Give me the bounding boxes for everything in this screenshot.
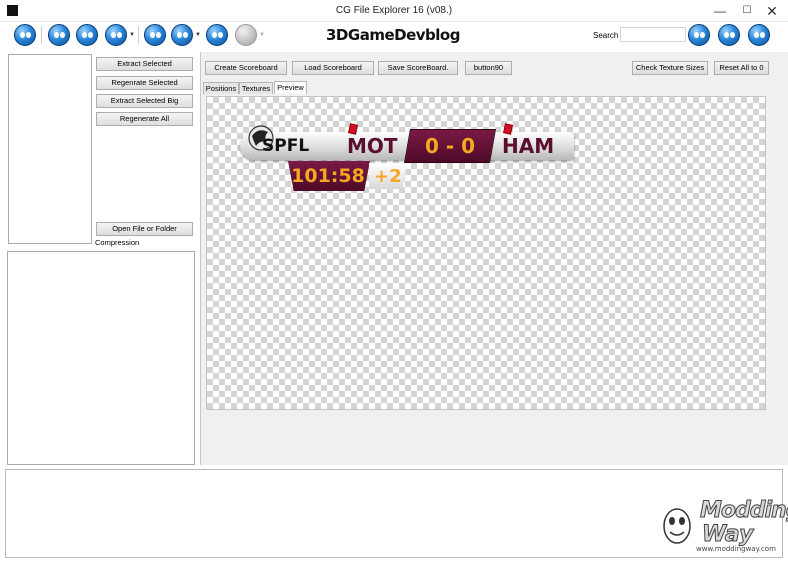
about-smiley-icon[interactable] — [748, 24, 770, 46]
help-smiley-icon[interactable] — [718, 24, 740, 46]
button90[interactable]: button90 — [465, 61, 512, 75]
search-label: Search — [593, 31, 619, 40]
export-smiley-icon[interactable] — [206, 24, 228, 46]
home-team: MOT — [347, 134, 398, 158]
maximize-button[interactable]: ☐ — [733, 0, 761, 22]
watermark-url: www.moddingway.com — [696, 545, 776, 553]
disabled-smiley-icon — [235, 24, 257, 46]
save-scoreboard-button[interactable]: Save ScoreBoard. — [378, 61, 458, 75]
tab-textures[interactable]: Textures — [239, 82, 273, 94]
league-name: SPFL — [262, 136, 310, 156]
regenerate-all-button[interactable]: Regenerate All — [96, 112, 193, 126]
watermark-modding: Modding — [699, 498, 788, 524]
extract-selected-big-button[interactable]: Extract Selected Big — [96, 94, 193, 108]
tab-preview[interactable]: Preview — [274, 81, 307, 94]
regenrate-selected-button[interactable]: Regenrate Selected — [96, 76, 193, 90]
file-tree-box[interactable] — [7, 251, 195, 465]
extract-selected-button[interactable]: Extract Selected — [96, 57, 193, 71]
load-scoreboard-button[interactable]: Load Scoreboard — [292, 61, 374, 75]
view-smiley-icon[interactable] — [171, 24, 193, 46]
added-time: +2 — [374, 166, 402, 187]
check-texture-sizes-button[interactable]: Check Texture Sizes — [632, 61, 708, 75]
open-smiley-icon[interactable] — [14, 24, 36, 46]
blink-smiley-icon[interactable] — [76, 24, 98, 46]
dropdown-arrow-icon[interactable]: ▼ — [195, 32, 201, 38]
reset-all-button[interactable]: Reset All to 0 — [714, 61, 769, 75]
watermark-way: Way — [701, 522, 754, 548]
search-input[interactable] — [620, 27, 686, 42]
file-list-box[interactable] — [8, 54, 92, 244]
menu-smiley-icon[interactable] — [105, 24, 127, 46]
create-scoreboard-button[interactable]: Create Scoreboard — [205, 61, 287, 75]
match-score: 0 - 0 — [424, 134, 476, 158]
mascot-logo — [663, 508, 691, 544]
tools-smiley-icon[interactable] — [144, 24, 166, 46]
compression-label: Compression — [95, 238, 140, 247]
away-team: HAM — [502, 134, 555, 158]
app-logo: 3DGameDevblog — [326, 26, 460, 44]
dropdown-arrow-icon[interactable]: ▼ — [129, 32, 135, 38]
save-smiley-icon[interactable] — [48, 24, 70, 46]
title-bar: CG File Explorer 16 (v08.) — ☐ ✕ — [0, 0, 788, 22]
open-file-or-folder-button[interactable]: Open File or Folder — [96, 222, 193, 236]
minimize-button[interactable]: — — [706, 0, 734, 22]
toolbar-separator — [41, 26, 42, 44]
settings-smiley-icon[interactable] — [688, 24, 710, 46]
window-title: CG File Explorer 16 (v08.) — [335, 5, 453, 16]
close-button[interactable]: ✕ — [758, 0, 786, 22]
dropdown-arrow-icon: ▼ — [259, 32, 265, 38]
match-clock: 101:58 — [291, 165, 365, 187]
tab-positions[interactable]: Positions — [203, 82, 239, 94]
toolbar-separator — [138, 26, 139, 44]
